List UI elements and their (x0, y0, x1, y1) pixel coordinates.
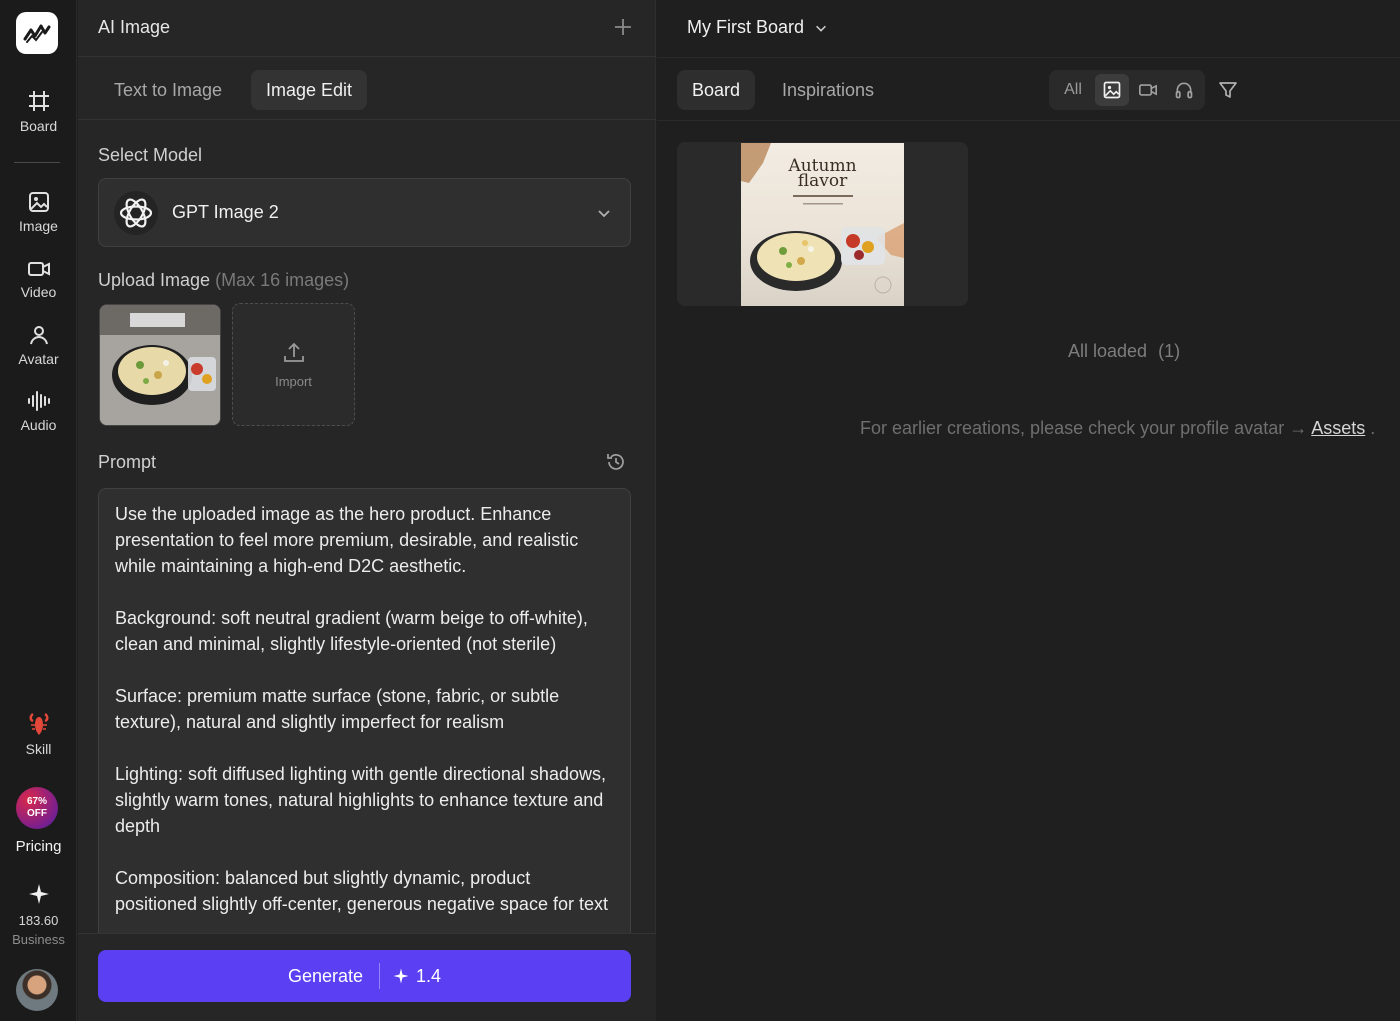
poster-title-line-2: flavor (797, 171, 848, 191)
import-label: Import (275, 374, 312, 389)
sparkle-icon (393, 968, 409, 984)
import-button[interactable]: Import (232, 303, 355, 426)
rail-item-audio[interactable]: Audio (0, 389, 77, 433)
generate-cost: 1.4 (392, 966, 441, 987)
board-image-card[interactable]: Autumn flavor (677, 142, 968, 306)
upload-label: Upload Image (Max 16 images) (98, 270, 349, 291)
sparkle-icon (28, 884, 49, 904)
board-selector[interactable]: My First Board (687, 17, 828, 38)
rail-item-label: Board (19, 118, 58, 134)
earlier-creations-text: For earlier creations, please check your… (860, 418, 1308, 438)
history-icon[interactable] (605, 451, 627, 473)
rail-item-label: Audio (20, 417, 57, 433)
video-camera-icon (1139, 84, 1157, 96)
prompt-textarea[interactable]: Use the uploaded image as the hero produ… (98, 488, 631, 933)
generate-button[interactable]: Generate 1.4 (98, 950, 631, 1002)
rail-item-skill[interactable]: Skill (0, 711, 77, 757)
chevron-down-icon (598, 210, 610, 218)
image-icon (1103, 81, 1121, 99)
tab-board[interactable]: Board (677, 70, 756, 110)
headphones-icon (1175, 82, 1193, 99)
rail-item-avatar[interactable]: Avatar (0, 323, 77, 367)
generation-panel: AI Image Text to Image Image Edit Select… (78, 0, 656, 1021)
person-icon (29, 326, 48, 345)
model-select[interactable]: GPT Image 2 (98, 178, 631, 247)
tab-image-edit[interactable]: Image Edit (251, 70, 368, 110)
audio-wave-icon (27, 391, 50, 411)
rail-item-label: Video (20, 284, 57, 300)
upload-label-text: Upload Image (98, 270, 211, 290)
discount-off: OFF (27, 808, 47, 819)
image-icon (28, 192, 49, 212)
load-status: All loaded (1) (1068, 341, 1180, 362)
board-header: My First Board (657, 0, 1400, 58)
filter-all[interactable]: All (1055, 74, 1091, 106)
discount-badge[interactable]: 67% OFF (16, 787, 58, 829)
pricing-link[interactable]: Pricing (0, 838, 77, 855)
video-camera-icon (27, 262, 50, 276)
rail-item-image[interactable]: Image (0, 190, 77, 234)
tab-inspirations[interactable]: Inspirations (767, 70, 889, 110)
upload-limit-hint: (Max 16 images) (215, 270, 350, 290)
app-logo[interactable] (16, 12, 58, 54)
model-value: GPT Image 2 (172, 202, 279, 222)
pricing-label: Pricing (15, 838, 62, 855)
food-photo-image (100, 305, 220, 425)
lobster-icon (29, 712, 48, 735)
mode-tabs: Text to Image Image Edit (78, 58, 656, 120)
upload-icon (283, 342, 304, 362)
user-avatar[interactable] (16, 969, 58, 1011)
rail-item-label: Skill (25, 741, 52, 757)
rail-item-video[interactable]: Video (0, 258, 77, 300)
load-status-text: All loaded (1068, 341, 1148, 361)
board-area: My First Board Board Inspirations All Au… (657, 0, 1400, 1021)
credits-indicator[interactable]: 183.60 Business (0, 882, 77, 947)
panel-footer: Generate 1.4 (78, 933, 656, 1021)
app-window: Board Image Video Avatar Audio Skill 67%… (0, 0, 1400, 1021)
openai-logo-icon (114, 191, 158, 235)
nav-rail: Board Image Video Avatar Audio Skill 67%… (0, 0, 77, 1021)
discount-percent: 67% (26, 796, 47, 807)
panel-header: AI Image (78, 0, 656, 57)
filter-image[interactable] (1095, 74, 1129, 106)
filter-funnel-icon[interactable] (1217, 79, 1239, 101)
uploaded-image-thumbnail[interactable] (99, 304, 221, 426)
trailing-period: . (1370, 418, 1376, 438)
rail-item-board[interactable]: Board (0, 88, 77, 134)
assets-link[interactable]: Assets (1311, 418, 1365, 438)
load-count: (1) (1158, 341, 1181, 361)
board-toolbar: Board Inspirations All (657, 58, 1400, 121)
filter-video[interactable] (1131, 74, 1165, 106)
tab-text-to-image[interactable]: Text to Image (99, 70, 237, 110)
generated-image: Autumn flavor (741, 143, 904, 306)
plan-label: Business (12, 932, 65, 947)
rail-item-label: Image (19, 218, 58, 234)
grid-hash-icon (28, 91, 49, 111)
earlier-creations-note: For earlier creations, please check your… (860, 418, 1375, 439)
media-filter: All (1049, 70, 1205, 110)
plus-icon[interactable] (612, 16, 634, 38)
filter-audio[interactable] (1167, 74, 1201, 106)
generate-cost-value: 1.4 (416, 965, 442, 986)
generate-divider (379, 963, 381, 989)
credits-value: 183.60 (18, 913, 59, 928)
prompt-label: Prompt (98, 452, 157, 472)
board-title: My First Board (687, 17, 805, 37)
rail-divider (14, 162, 60, 163)
generate-label: Generate (287, 965, 364, 986)
select-model-label: Select Model (98, 145, 203, 165)
rail-item-label: Avatar (18, 351, 59, 367)
chevron-down-icon (816, 25, 826, 32)
panel-title: AI Image (98, 17, 171, 37)
logo-icon (23, 24, 51, 43)
